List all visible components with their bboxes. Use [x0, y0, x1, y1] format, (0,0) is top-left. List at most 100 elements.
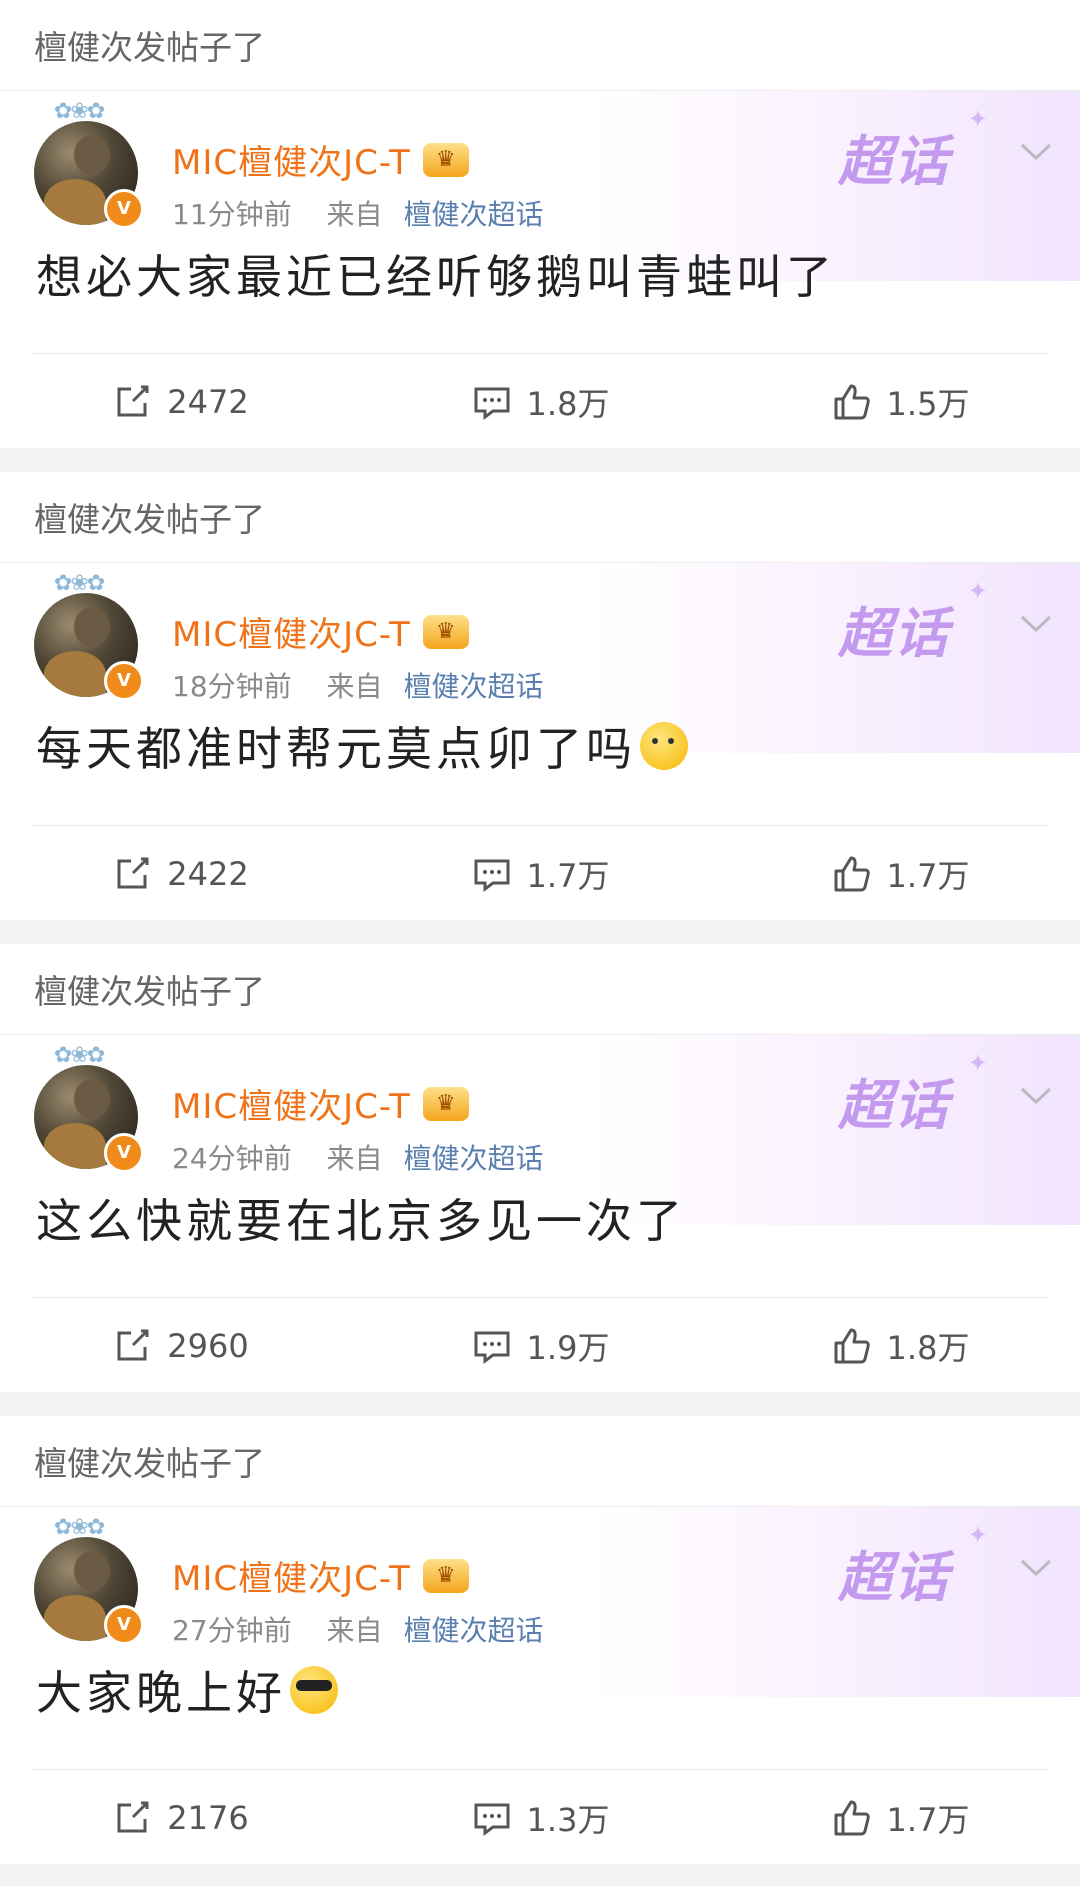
repost-count: 2472: [167, 382, 249, 421]
post-time: 24分钟前: [172, 1142, 292, 1175]
action-bar: 2176 1.3万 1.7万: [0, 1771, 1080, 1864]
avatar[interactable]: ✿❀✿ V: [34, 571, 144, 701]
super-topic-badge: 超话: [838, 130, 950, 193]
comment-button[interactable]: 1.7万: [360, 851, 720, 897]
repost-count: 2422: [167, 854, 249, 893]
avatar[interactable]: ✿❀✿ V: [34, 99, 144, 229]
comment-count: 1.9万: [526, 1328, 610, 1367]
post-text: 这么快就要在北京多见一次了: [36, 1185, 686, 1251]
post-text-content: 大家晚上好: [36, 1666, 286, 1720]
post-card[interactable]: 檀健次发帖子了 ✿❀✿ V MIC檀健次JC-T ♛ 27分钟前 来自 檀健次超…: [0, 1416, 1080, 1864]
super-topic-badge: 超话: [838, 1546, 950, 1609]
crown-icon: ♛: [422, 1086, 469, 1121]
like-count: 1.7万: [886, 1800, 970, 1839]
like-button[interactable]: 1.5万: [720, 379, 1080, 425]
post-notice-header: 檀健次发帖子了: [0, 1416, 1080, 1507]
comment-button[interactable]: 1.8万: [360, 379, 720, 425]
post-body[interactable]: ✿❀✿ V MIC檀健次JC-T ♛ 27分钟前 来自 檀健次超话 超话 ✦ 大…: [0, 1507, 1080, 1864]
username[interactable]: MIC檀健次JC-T: [172, 1551, 411, 1600]
sunglasses-face-emoji-icon: [290, 1666, 338, 1714]
post-notice-header: 檀健次发帖子了: [0, 472, 1080, 563]
crown-icon: ♛: [422, 614, 469, 649]
like-button[interactable]: 1.8万: [720, 1323, 1080, 1369]
from-label: 来自: [326, 1614, 383, 1647]
avatar[interactable]: ✿❀✿ V: [34, 1043, 144, 1173]
sparkle-icon: ✦: [967, 1521, 988, 1549]
from-label: 来自: [326, 198, 383, 231]
chevron-down-icon[interactable]: [1016, 131, 1056, 171]
divider: [32, 1769, 1048, 1770]
post-text-content: 想必大家最近已经听够鹅叫青蛙叫了: [36, 250, 836, 304]
post-text-content: 每天都准时帮元莫点卯了吗: [36, 722, 636, 776]
chevron-down-icon[interactable]: [1016, 1547, 1056, 1587]
comment-icon: [474, 859, 510, 892]
verified-badge-icon: V: [104, 1133, 144, 1173]
comment-count: 1.3万: [526, 1800, 610, 1839]
post-card[interactable]: 檀健次发帖子了 ✿❀✿ V MIC檀健次JC-T ♛ 11分钟前 来自 檀健次超…: [0, 0, 1080, 448]
super-topic-badge: 超话: [838, 1074, 950, 1137]
from-label: 来自: [326, 1142, 383, 1175]
super-topic-badge: 超话: [838, 602, 950, 665]
crown-icon: ♛: [422, 142, 469, 177]
like-count: 1.8万: [886, 1328, 970, 1367]
post-time: 11分钟前: [172, 198, 292, 231]
post-notice-header: 檀健次发帖子了: [0, 944, 1080, 1035]
repost-icon: [117, 857, 149, 888]
comment-button[interactable]: 1.9万: [360, 1323, 720, 1369]
post-feed: 檀健次发帖子了 ✿❀✿ V MIC檀健次JC-T ♛ 11分钟前 来自 檀健次超…: [0, 0, 1080, 1864]
topic-link[interactable]: 檀健次超话: [403, 1614, 543, 1647]
username[interactable]: MIC檀健次JC-T: [172, 1079, 411, 1128]
repost-button[interactable]: 2472: [0, 381, 360, 423]
action-bar: 2472 1.8万 1.5万: [0, 355, 1080, 448]
divider: [32, 1297, 1048, 1298]
from-label: 来自: [326, 670, 383, 703]
post-text: 每天都准时帮元莫点卯了吗: [36, 713, 688, 779]
repost-icon: [117, 1329, 149, 1360]
action-bar: 2422 1.7万 1.7万: [0, 827, 1080, 920]
post-text: 大家晚上好: [36, 1657, 338, 1723]
verified-badge-icon: V: [104, 1605, 144, 1645]
comment-button[interactable]: 1.3万: [360, 1795, 720, 1841]
comment-count: 1.7万: [526, 856, 610, 895]
post-card[interactable]: 檀健次发帖子了 ✿❀✿ V MIC檀健次JC-T ♛ 24分钟前 来自 檀健次超…: [0, 944, 1080, 1392]
thinking-face-emoji-icon: [640, 722, 688, 770]
post-text-content: 这么快就要在北京多见一次了: [36, 1194, 686, 1248]
post-text: 想必大家最近已经听够鹅叫青蛙叫了: [36, 241, 836, 307]
like-button[interactable]: 1.7万: [720, 851, 1080, 897]
repost-button[interactable]: 2960: [0, 1325, 360, 1367]
repost-icon: [117, 385, 149, 416]
topic-link[interactable]: 檀健次超话: [403, 1142, 543, 1175]
thumbs-up-icon: [834, 1800, 870, 1835]
repost-button[interactable]: 2422: [0, 853, 360, 895]
like-button[interactable]: 1.7万: [720, 1795, 1080, 1841]
thumbs-up-icon: [834, 384, 870, 419]
sparkle-icon: ✦: [967, 105, 988, 133]
action-bar: 2960 1.9万 1.8万: [0, 1299, 1080, 1392]
post-body[interactable]: ✿❀✿ V MIC檀健次JC-T ♛ 24分钟前 来自 檀健次超话 超话 ✦ 这…: [0, 1035, 1080, 1392]
sparkle-icon: ✦: [967, 1049, 988, 1077]
post-time: 18分钟前: [172, 670, 292, 703]
username[interactable]: MIC檀健次JC-T: [172, 135, 411, 184]
divider: [32, 825, 1048, 826]
comment-icon: [474, 1331, 510, 1364]
thumbs-up-icon: [834, 856, 870, 891]
post-card[interactable]: 檀健次发帖子了 ✿❀✿ V MIC檀健次JC-T ♛ 18分钟前 来自 檀健次超…: [0, 472, 1080, 920]
username[interactable]: MIC檀健次JC-T: [172, 607, 411, 656]
verified-badge-icon: V: [104, 661, 144, 701]
repost-button[interactable]: 2176: [0, 1797, 360, 1839]
comment-count: 1.8万: [526, 384, 610, 423]
post-time: 27分钟前: [172, 1614, 292, 1647]
post-body[interactable]: ✿❀✿ V MIC檀健次JC-T ♛ 18分钟前 来自 檀健次超话 超话 ✦ 每…: [0, 563, 1080, 920]
repost-count: 2960: [167, 1326, 249, 1365]
repost-icon: [117, 1801, 149, 1832]
verified-badge-icon: V: [104, 189, 144, 229]
chevron-down-icon[interactable]: [1016, 603, 1056, 643]
sparkle-icon: ✦: [967, 577, 988, 605]
topic-link[interactable]: 檀健次超话: [403, 670, 543, 703]
post-body[interactable]: ✿❀✿ V MIC檀健次JC-T ♛ 11分钟前 来自 檀健次超话 超话 ✦ 想…: [0, 91, 1080, 448]
topic-link[interactable]: 檀健次超话: [403, 198, 543, 231]
chevron-down-icon[interactable]: [1016, 1075, 1056, 1115]
comment-icon: [474, 387, 510, 420]
avatar[interactable]: ✿❀✿ V: [34, 1515, 144, 1645]
like-count: 1.5万: [886, 384, 970, 423]
